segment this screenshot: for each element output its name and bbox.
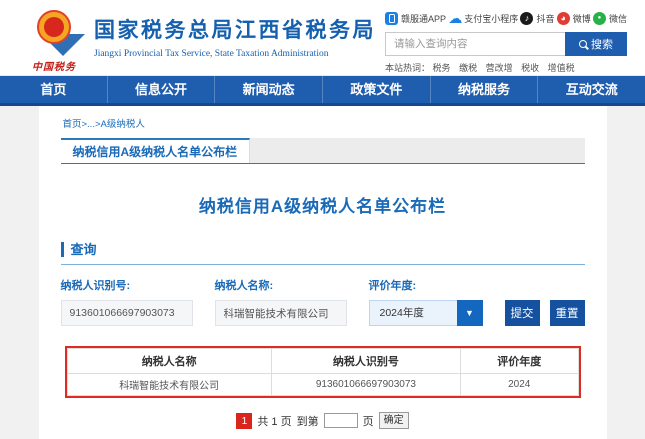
taxpayer-id-label: 纳税人识别号: — [61, 277, 193, 293]
weibo-icon: ◕ — [557, 12, 570, 25]
site-logo: 中国税务 — [22, 10, 86, 75]
hot-word-link[interactable]: 缴税 — [459, 63, 477, 73]
results-table: 纳税人名称 纳税人识别号 评价年度 科瑞智能技术有限公司 91360106669… — [67, 348, 579, 396]
site-title-cn: 国家税务总局江西省税务局 — [94, 14, 376, 44]
table-header-row: 纳税人名称 纳税人识别号 评价年度 — [67, 349, 578, 374]
results-table-highlight: 纳税人名称 纳税人识别号 评价年度 科瑞智能技术有限公司 91360106669… — [65, 346, 581, 398]
social-links: 赣服通APP ☁ 支付宝小程序 ♪ 抖音 ◕ 微博 ● 微信 — [385, 9, 627, 27]
taxpayer-id-input[interactable] — [61, 300, 193, 326]
nav-item-interaction[interactable]: 互动交流 — [538, 76, 645, 103]
phone-app-icon — [385, 12, 398, 25]
col-taxpayer-id: 纳税人识别号 — [271, 349, 460, 374]
evaluation-year-value: 2024年度 — [369, 300, 457, 326]
douyin-icon: ♪ — [520, 12, 533, 25]
site-header: 中国税务 国家税务总局江西省税务局 Jiangxi Provincial Tax… — [0, 0, 645, 76]
goto-suffix: 页 — [363, 413, 374, 429]
chevron-down-icon: ▼ — [457, 300, 483, 326]
hot-word-link[interactable]: 增值税 — [548, 63, 575, 73]
nav-item-home[interactable]: 首页 — [0, 76, 108, 103]
goto-confirm-button[interactable]: 确定 — [379, 412, 409, 429]
hot-words-prefix: 本站热词： — [385, 63, 430, 73]
page-title: 纳税信用A级纳税人名单公布栏 — [61, 192, 585, 217]
taxpayer-name-label: 纳税人名称: — [215, 277, 347, 293]
hot-word-link[interactable]: 税务 — [433, 63, 451, 73]
cell-taxpayer-name: 科瑞智能技术有限公司 — [67, 374, 271, 396]
query-form: 纳税人识别号: 纳税人名称: 评价年度: 2024年度 ▼ 提交 重置 — [61, 277, 585, 326]
cell-taxpayer-id: 913601066697903073 — [271, 374, 460, 396]
query-section-header: 查询 — [61, 239, 585, 265]
col-eval-year: 评价年度 — [460, 349, 578, 374]
goto-prefix: 到第 — [297, 413, 319, 429]
tab-a-level-taxpayer-list[interactable]: 纳税信用A级纳税人名单公布栏 — [61, 138, 251, 163]
alipay-cloud-icon: ☁ — [448, 12, 461, 25]
hot-word-link[interactable]: 税收 — [521, 63, 539, 73]
search-icon — [579, 40, 587, 48]
content-card: 首页>...>A级纳税人 纳税信用A级纳税人名单公布栏 纳税信用A级纳税人名单公… — [39, 106, 607, 439]
social-link-douyin[interactable]: ♪ 抖音 — [520, 12, 554, 25]
social-link-alipay[interactable]: ☁ 支付宝小程序 — [448, 12, 518, 25]
nav-item-news[interactable]: 新闻动态 — [215, 76, 323, 103]
hot-word-link[interactable]: 营改增 — [486, 63, 513, 73]
hot-words: 本站热词： 税务 缴税 营改增 税收 增值税 — [385, 61, 627, 74]
social-link-weibo[interactable]: ◕ 微博 — [557, 12, 591, 25]
evaluation-year-select[interactable]: 2024年度 ▼ — [369, 300, 483, 326]
nav-item-tax-service[interactable]: 纳税服务 — [431, 76, 539, 103]
site-title-en: Jiangxi Provincial Tax Service, State Ta… — [94, 49, 376, 59]
current-page-button[interactable]: 1 — [236, 413, 252, 429]
logo-caption: 中国税务 — [22, 58, 86, 73]
social-link-app[interactable]: 赣服通APP — [385, 12, 446, 25]
col-taxpayer-name: 纳税人名称 — [67, 349, 271, 374]
taxpayer-name-input[interactable] — [215, 300, 347, 326]
submit-button[interactable]: 提交 — [505, 300, 540, 326]
site-title-block: 国家税务总局江西省税务局 Jiangxi Provincial Tax Serv… — [94, 14, 376, 75]
reset-button[interactable]: 重置 — [550, 300, 585, 326]
goto-page-input[interactable] — [324, 413, 358, 428]
search-button[interactable]: 搜索 — [565, 32, 627, 56]
table-row: 科瑞智能技术有限公司 913601066697903073 2024 — [67, 374, 578, 396]
nav-item-policy[interactable]: 政策文件 — [323, 76, 431, 103]
national-emblem-icon — [34, 10, 74, 50]
social-link-wechat[interactable]: ● 微信 — [593, 12, 627, 25]
breadcrumb[interactable]: 首页>...>A级纳税人 — [63, 116, 585, 130]
wechat-icon: ● — [593, 12, 606, 25]
tab-bar: 纳税信用A级纳税人名单公布栏 — [61, 138, 585, 164]
page-total-text: 共 1 页 — [257, 413, 291, 429]
search-input[interactable] — [385, 32, 565, 56]
pagination: 1 共 1 页 到第 页 确定 — [61, 412, 585, 429]
cell-eval-year: 2024 — [460, 374, 578, 396]
evaluation-year-label: 评价年度: — [369, 277, 483, 293]
query-section-title: 查询 — [61, 242, 97, 257]
main-nav: 首页 信息公开 新闻动态 政策文件 纳税服务 互动交流 — [0, 76, 645, 106]
nav-item-info[interactable]: 信息公开 — [108, 76, 216, 103]
